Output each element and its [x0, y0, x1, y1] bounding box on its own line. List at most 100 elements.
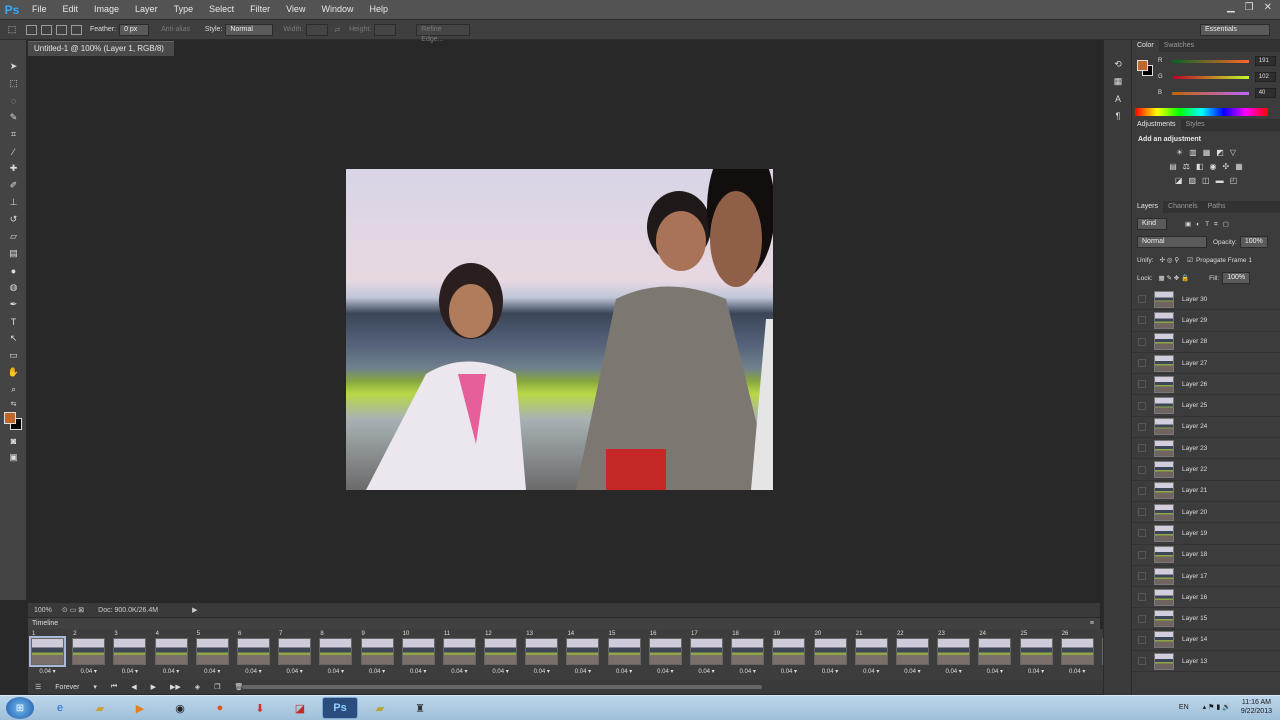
selective-color-icon[interactable]: ◰: [1230, 176, 1238, 185]
timeline-scrollbar[interactable]: [242, 685, 762, 689]
frame-delay-select[interactable]: 0.04 ▾: [277, 668, 312, 675]
layer-row[interactable]: Layer 26: [1132, 374, 1280, 396]
menu-filter[interactable]: Filter: [242, 0, 278, 19]
close-icon[interactable]: ✕: [1264, 2, 1272, 13]
frame-delay-select[interactable]: 0.04 ▾: [442, 668, 477, 675]
visibility-toggle[interactable]: [1138, 614, 1146, 623]
green-slider[interactable]: [1172, 75, 1249, 79]
eraser-tool-icon[interactable]: ▱: [0, 228, 27, 245]
timeline-frame[interactable]: 21 0.04 ▾: [854, 629, 889, 680]
tab-paths[interactable]: Paths: [1203, 201, 1231, 213]
frame-delay-select[interactable]: 0.04 ▾: [524, 668, 559, 675]
layer-row[interactable]: Layer 22: [1132, 459, 1280, 481]
frame-delay-select[interactable]: 0.04 ▾: [1019, 668, 1054, 675]
tray-icons[interactable]: ▴ ⚑ ▮ 🔊: [1203, 703, 1231, 711]
tab-layers[interactable]: Layers: [1132, 201, 1164, 213]
foreground-color-swatch[interactable]: [4, 412, 16, 424]
firefox-icon[interactable]: ●: [202, 697, 238, 719]
timeline-frame[interactable]: 5 0.04 ▾: [195, 629, 230, 680]
zoom-tool-icon[interactable]: ⌕: [0, 381, 27, 398]
hand-tool-icon[interactable]: ✋: [0, 364, 27, 381]
timeline-frame[interactable]: 22 0.04 ▾: [895, 629, 930, 680]
history-panel-icon[interactable]: ⟲: [1104, 56, 1132, 73]
first-frame-icon[interactable]: ⏮: [111, 683, 117, 691]
frame-thumbnail[interactable]: [484, 638, 518, 665]
menu-view[interactable]: View: [278, 0, 313, 19]
timeline-frame[interactable]: 15 0.04 ▾: [607, 629, 642, 680]
quick-mask-icon[interactable]: ◙: [0, 432, 27, 449]
timeline-frame[interactable]: 8 0.04 ▾: [318, 629, 353, 680]
layer-row[interactable]: Layer 25: [1132, 395, 1280, 417]
frame-thumbnail[interactable]: [1019, 638, 1053, 665]
media-player-icon[interactable]: ▶: [122, 697, 158, 719]
frame-thumbnail[interactable]: [72, 638, 106, 665]
menu-select[interactable]: Select: [201, 0, 242, 19]
frame-thumbnail[interactable]: [154, 638, 188, 665]
color-lookup-icon[interactable]: ▦: [1235, 162, 1243, 171]
history-brush-tool-icon[interactable]: ↺: [0, 211, 27, 228]
frame-delay-select[interactable]: 0.04 ▾: [360, 668, 395, 675]
timeline-frame[interactable]: 1 0.04 ▾: [29, 629, 66, 680]
layer-row[interactable]: Layer 28: [1132, 332, 1280, 353]
frame-delay-select[interactable]: 0.04 ▾: [565, 668, 600, 675]
timeline-frame[interactable]: 13 0.04 ▾: [524, 629, 559, 680]
next-frame-icon[interactable]: ▶▶: [170, 683, 181, 691]
layer-row[interactable]: Layer 24: [1132, 417, 1280, 439]
menu-file[interactable]: File: [24, 0, 55, 19]
timeline-frame[interactable]: 26 0.04 ▾: [1060, 629, 1095, 680]
layer-row[interactable]: Layer 19: [1132, 523, 1280, 545]
timeline-frame[interactable]: 11 0.04 ▾: [442, 629, 477, 680]
frame-delay-select[interactable]: 0.04 ▾: [154, 668, 189, 675]
menu-help[interactable]: Help: [361, 0, 396, 19]
feather-input[interactable]: 0 px: [119, 23, 150, 36]
timeline-frame[interactable]: 12 0.04 ▾: [483, 629, 518, 680]
timeline-frame[interactable]: 9 0.04 ▾: [360, 629, 395, 680]
frame-delay-select[interactable]: 0.04 ▾: [1060, 668, 1095, 675]
antialias-checkbox[interactable]: Anti-alias: [161, 26, 190, 33]
frame-thumbnail[interactable]: [525, 638, 559, 665]
duplicate-frame-icon[interactable]: ❐: [214, 683, 220, 691]
eyedropper-tool-icon[interactable]: ⁄: [0, 143, 27, 160]
visibility-toggle[interactable]: [1138, 635, 1146, 644]
visibility-toggle[interactable]: [1138, 380, 1146, 389]
gradient-map-icon[interactable]: ▬: [1216, 176, 1224, 185]
acrobat-icon[interactable]: ◪: [282, 697, 318, 719]
posterize-icon[interactable]: ▨: [1188, 176, 1196, 185]
timeline-frame[interactable]: 3 0.04 ▾: [112, 629, 147, 680]
frame-thumbnail[interactable]: [690, 638, 723, 665]
canvas-photo[interactable]: [346, 169, 773, 490]
frame-thumbnail[interactable]: [937, 638, 971, 665]
visibility-toggle[interactable]: [1138, 657, 1146, 666]
loop-dropdown-icon[interactable]: ▾: [93, 683, 97, 691]
restore-icon[interactable]: ❐: [1245, 2, 1254, 13]
timeline-frame[interactable]: 6 0.04 ▾: [236, 629, 271, 680]
app-icon[interactable]: ◉: [162, 697, 198, 719]
convert-timeline-icon[interactable]: ☰: [35, 683, 41, 691]
height-input[interactable]: [374, 23, 397, 36]
visibility-toggle[interactable]: [1138, 593, 1146, 602]
timeline-frame[interactable]: 20 0.04 ▾: [813, 629, 848, 680]
frame-thumbnail[interactable]: [566, 638, 600, 665]
frame-delay-select[interactable]: 0.04 ▾: [401, 668, 436, 675]
explorer-icon[interactable]: ▰: [82, 697, 118, 719]
width-input[interactable]: [306, 23, 329, 36]
language-indicator[interactable]: EN: [1179, 704, 1189, 711]
visibility-toggle[interactable]: [1138, 572, 1146, 580]
frame-thumbnail[interactable]: [360, 638, 394, 665]
timeline-frame[interactable]: 19 0.04 ▾: [771, 629, 806, 680]
visibility-toggle[interactable]: [1138, 465, 1146, 474]
visibility-toggle[interactable]: [1138, 444, 1146, 453]
screen-mode-icon[interactable]: ▣: [0, 449, 27, 466]
layer-row[interactable]: Layer 29: [1132, 310, 1280, 332]
frame-thumbnail[interactable]: [978, 638, 1012, 665]
unify-icons[interactable]: ✣ ◎ ⚲: [1160, 256, 1180, 264]
timeline-frame[interactable]: 17 0.04 ▾: [689, 629, 724, 680]
timeline-frame[interactable]: 10 0.04 ▾: [401, 629, 436, 680]
style-select[interactable]: Normal: [225, 23, 274, 36]
shape-tool-icon[interactable]: ▭: [0, 347, 27, 364]
layer-row[interactable]: Layer 13: [1132, 651, 1280, 673]
propagate-checkbox[interactable]: ☑: [1187, 256, 1193, 264]
tab-channels[interactable]: Channels: [1163, 201, 1203, 213]
layer-row[interactable]: Layer 16: [1132, 587, 1280, 609]
lock-icons[interactable]: ▦ ✎ ✥ 🔒: [1159, 274, 1190, 282]
